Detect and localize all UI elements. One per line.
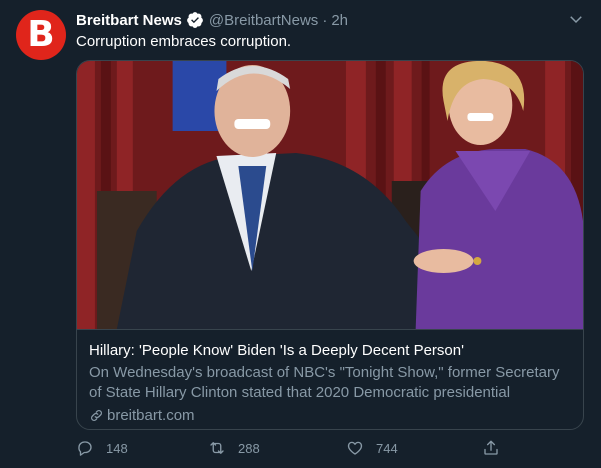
tweet-header: Breitbart News @BreitbartNews · 2h: [76, 10, 348, 30]
reply-button[interactable]: 148: [76, 436, 128, 460]
tweet[interactable]: B Breitbart News @BreitbartNews · 2h Cor…: [0, 0, 601, 468]
retweet-count: 288: [238, 440, 260, 456]
like-icon: [347, 441, 363, 455]
share-icon: [484, 440, 498, 455]
card-description: On Wednesday's broadcast of NBC's "Tonig…: [89, 364, 560, 401]
like-count: 744: [376, 440, 398, 456]
handle[interactable]: @BreitbartNews: [209, 12, 318, 29]
share-button[interactable]: [482, 436, 500, 460]
retweet-button[interactable]: 288: [208, 436, 260, 460]
like-button[interactable]: 744: [346, 436, 398, 460]
tweet-text: Corruption embraces corruption.: [76, 33, 292, 50]
retweet-icon: [210, 442, 224, 454]
reply-icon: [78, 441, 92, 456]
card-body: Hillary: 'People Know' Biden 'Is a Deepl…: [77, 329, 583, 429]
timestamp[interactable]: 2h: [331, 12, 348, 29]
chevron-down-icon[interactable]: [567, 10, 585, 28]
reply-count: 148: [106, 440, 128, 456]
link-icon: [91, 409, 102, 421]
separator-dot: ·: [322, 11, 328, 29]
link-card[interactable]: Hillary: 'People Know' Biden 'Is a Deepl…: [76, 60, 584, 430]
display-name[interactable]: Breitbart News: [76, 12, 182, 29]
card-domain: breitbart.com: [89, 405, 571, 425]
card-image: [77, 61, 583, 329]
action-bar: 148 288 744: [76, 436, 506, 460]
avatar-logo-letter: B: [27, 14, 55, 55]
avatar[interactable]: B: [16, 10, 66, 60]
card-domain-label: breitbart.com: [107, 406, 195, 424]
verified-icon: [186, 11, 204, 29]
card-title: Hillary: 'People Know' Biden 'Is a Deepl…: [89, 342, 464, 359]
